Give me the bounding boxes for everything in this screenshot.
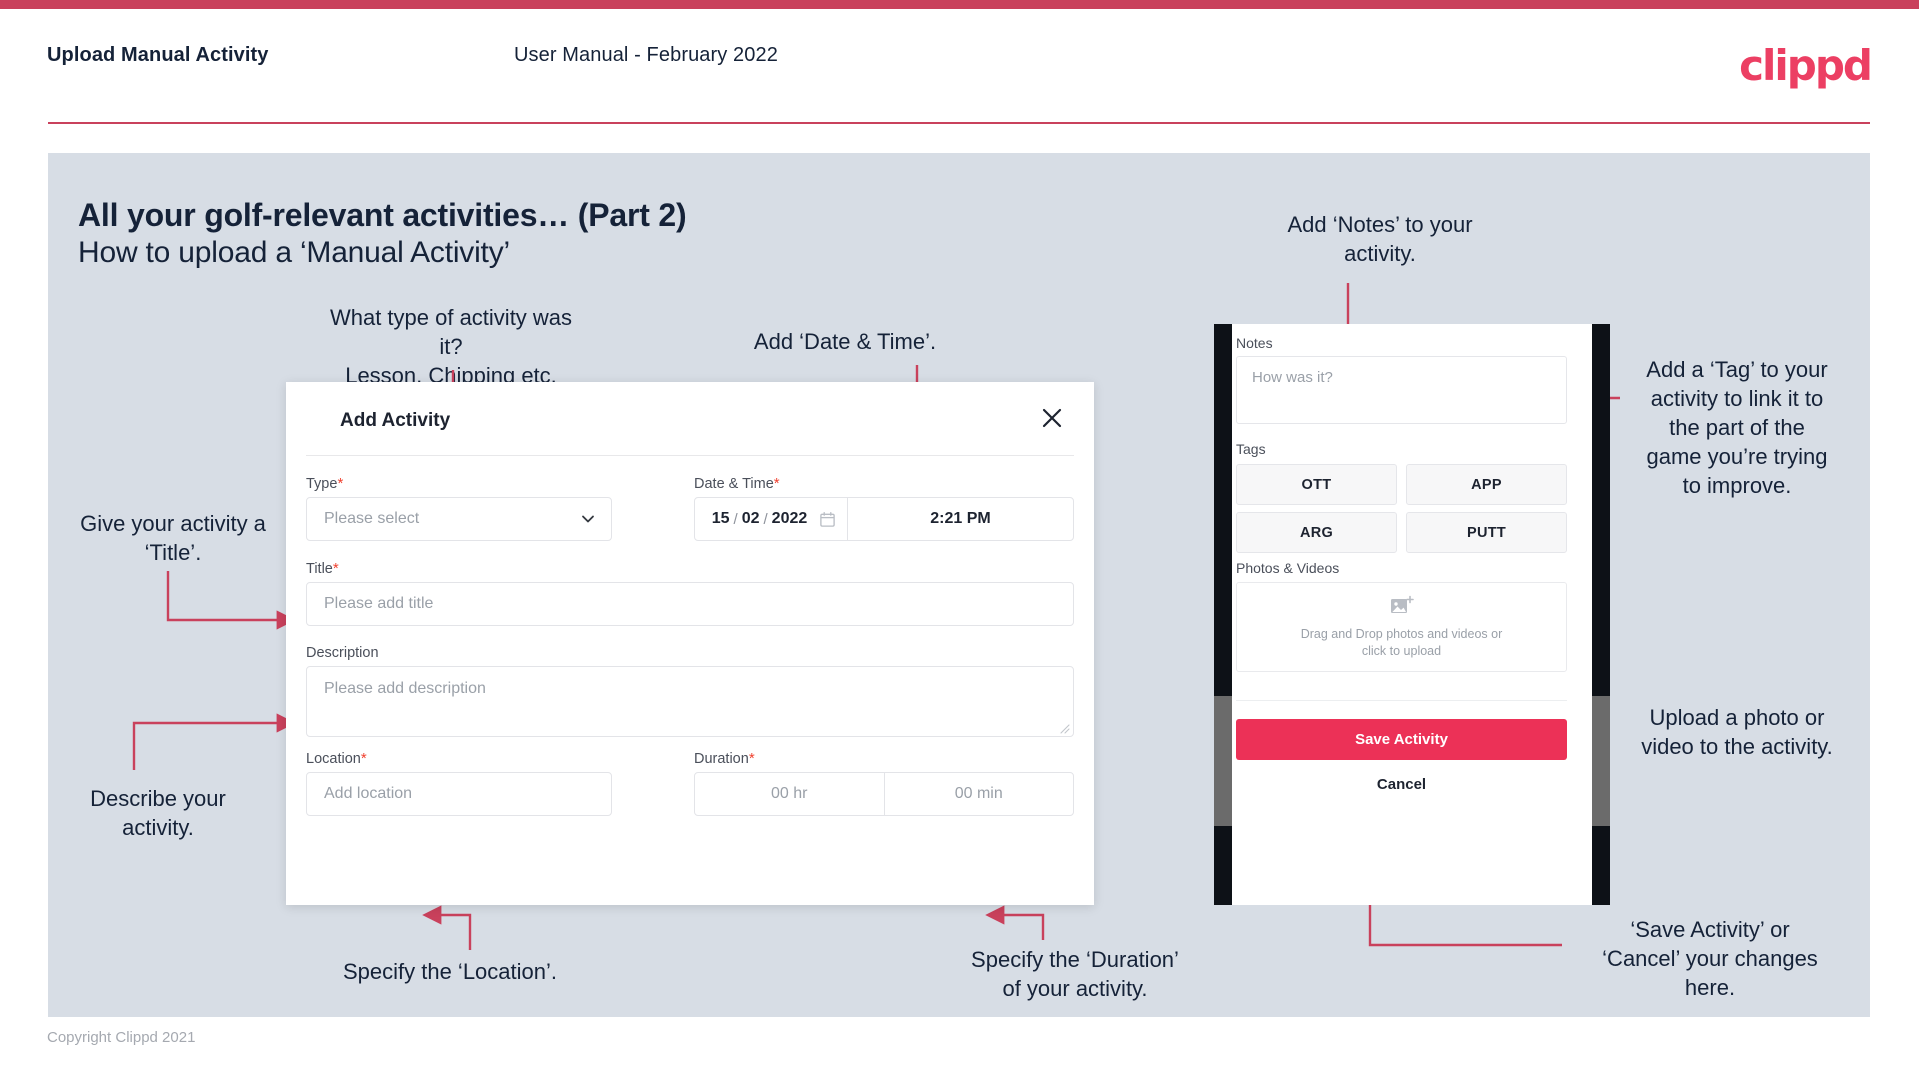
- location-input[interactable]: Add location: [306, 772, 612, 816]
- type-select[interactable]: Please select: [306, 497, 612, 541]
- title-placeholder: Please add title: [324, 595, 434, 612]
- type-placeholder: Please select: [324, 510, 420, 527]
- type-label: Type*: [306, 475, 343, 492]
- calendar-icon[interactable]: [819, 511, 836, 528]
- location-label-text: Location: [306, 751, 361, 767]
- mobile-tags-label: Tags: [1236, 441, 1266, 457]
- description-label-text: Description: [306, 645, 379, 661]
- annotation-notes: Add ‘Notes’ to your activity.: [1287, 212, 1473, 266]
- date-year: 2022: [771, 510, 808, 527]
- tag-putt[interactable]: PUTT: [1406, 512, 1567, 553]
- datetime-label: Date & Time*: [694, 475, 780, 492]
- annotation-location: Specify the ‘Location’.: [342, 959, 558, 984]
- annotation-duration: Specify the ‘Duration’ of your activity.: [971, 947, 1179, 1001]
- add-activity-dialog: Add Activity Type* Please select Date & …: [286, 382, 1094, 905]
- cancel-button[interactable]: Cancel: [1236, 776, 1567, 793]
- page-root: Upload Manual Activity User Manual - Feb…: [0, 0, 1919, 1079]
- duration-label-text: Duration: [694, 751, 749, 767]
- annotation-title: Give your activity a ‘Title’.: [80, 511, 266, 565]
- duration-minutes[interactable]: 00 min: [885, 773, 1074, 815]
- slide-heading: All your golf-relevant activities… (Part…: [78, 197, 687, 233]
- mobile-preview: Notes How was it? Tags OTT APP ARG PUTT …: [1214, 324, 1610, 905]
- location-placeholder: Add location: [324, 785, 413, 802]
- header-divider: [48, 122, 1870, 124]
- save-activity-button[interactable]: Save Activity: [1236, 719, 1567, 760]
- type-label-text: Type: [306, 476, 338, 492]
- tag-app[interactable]: APP: [1406, 464, 1567, 505]
- annotation-datetime: Add ‘Date & Time’.: [753, 329, 937, 354]
- tag-arg[interactable]: ARG: [1236, 512, 1397, 553]
- mobile-divider: [1236, 700, 1567, 701]
- chevron-down-icon: [582, 515, 594, 523]
- duration-required-mark: *: [748, 750, 755, 767]
- phone-left-bezel: [1214, 324, 1232, 905]
- title-input[interactable]: Please add title: [306, 582, 1074, 626]
- scrollbar-right[interactable]: [1592, 696, 1610, 826]
- photo-dropzone[interactable]: Drag and Drop photos and videos or click…: [1236, 582, 1567, 672]
- slide-subheading: How to upload a ‘Manual Activity’: [78, 236, 510, 269]
- description-label: Description: [306, 644, 379, 661]
- datetime-required-mark: *: [773, 475, 780, 492]
- scrollbar-left[interactable]: [1214, 696, 1232, 826]
- clippd-logo: clippd: [1739, 41, 1873, 90]
- type-required-mark: *: [337, 475, 344, 492]
- description-textarea[interactable]: Please add description: [306, 666, 1074, 737]
- time-input[interactable]: 2:21 PM: [848, 510, 1073, 528]
- title-required-mark: *: [332, 560, 339, 577]
- mobile-photos-label: Photos & Videos: [1236, 560, 1340, 576]
- phone-right-bezel: [1592, 324, 1610, 905]
- date-month: 02: [741, 510, 760, 527]
- add-image-icon: [1390, 595, 1414, 613]
- datetime-label-text: Date & Time: [694, 476, 774, 492]
- annotation-upload: Upload a photo or video to the activity.: [1641, 705, 1833, 759]
- duration-hours[interactable]: 00 hr: [695, 773, 884, 815]
- mobile-notes-placeholder: How was it?: [1252, 369, 1333, 386]
- close-icon[interactable]: [1036, 402, 1068, 434]
- phone-screen: Notes How was it? Tags OTT APP ARG PUTT …: [1232, 324, 1592, 905]
- resize-handle-icon[interactable]: [1059, 723, 1070, 734]
- annotation-type: What type of activity was it? Lesson, Ch…: [329, 305, 573, 388]
- dropzone-text: Drag and Drop photos and videos or click…: [1300, 626, 1503, 658]
- title-label-text: Title: [306, 561, 333, 577]
- annotation-save: ‘Save Activity’ or ‘Cancel’ your changes…: [1602, 917, 1818, 1000]
- date-day: 15: [711, 510, 730, 527]
- mobile-notes-label: Notes: [1236, 335, 1273, 351]
- top-accent-bar: [0, 0, 1919, 9]
- annotation-description: Describe your activity.: [90, 786, 226, 840]
- date-sep-2: /: [763, 510, 768, 528]
- page-title: Upload Manual Activity: [47, 44, 269, 66]
- page-subtitle: User Manual - February 2022: [514, 44, 778, 66]
- date-input[interactable]: 15 / 02 / 2022: [695, 498, 847, 540]
- duration-label: Duration*: [694, 750, 755, 767]
- copyright-text: Copyright Clippd 2021: [47, 1029, 196, 1046]
- close-glyph: [1042, 408, 1062, 428]
- dialog-title: Add Activity: [340, 410, 451, 431]
- duration-field[interactable]: 00 hr 00 min: [694, 772, 1074, 816]
- mobile-notes-input[interactable]: How was it?: [1236, 356, 1567, 424]
- title-label: Title*: [306, 560, 339, 577]
- date-sep-1: /: [733, 510, 738, 528]
- description-placeholder: Please add description: [324, 680, 486, 697]
- location-required-mark: *: [360, 750, 367, 767]
- location-label: Location*: [306, 750, 367, 767]
- dialog-divider: [306, 455, 1074, 456]
- annotation-tags: Add a ‘Tag’ to your activity to link it …: [1646, 357, 1828, 498]
- tag-ott[interactable]: OTT: [1236, 464, 1397, 505]
- datetime-field[interactable]: 15 / 02 / 2022 2:21 PM: [694, 497, 1074, 541]
